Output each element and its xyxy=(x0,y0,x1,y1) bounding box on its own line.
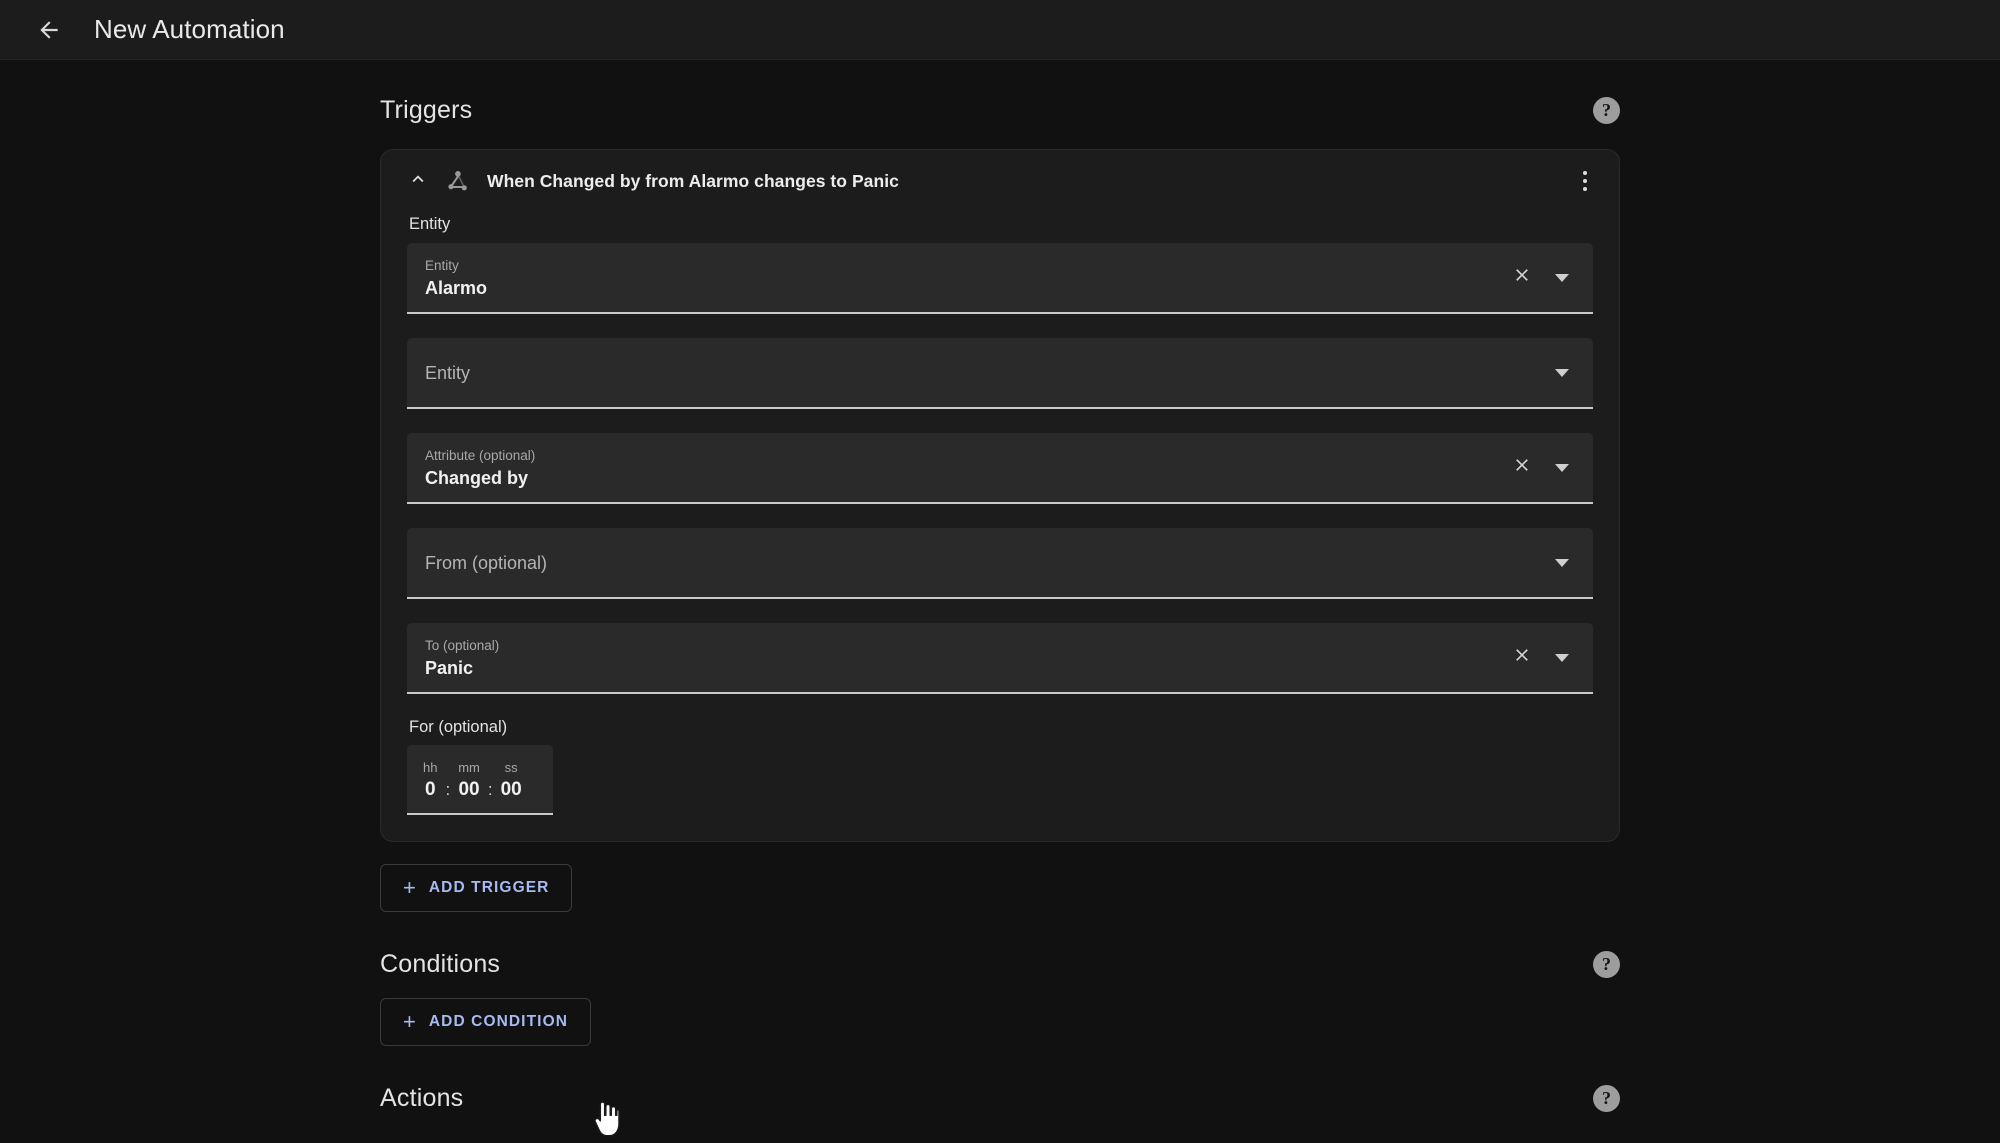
more-vertical-icon-dot xyxy=(1582,170,1588,176)
more-vertical-icon-dot xyxy=(1582,186,1588,192)
entity-field[interactable]: Entity Alarmo xyxy=(407,243,1593,314)
duration-minutes-caption: mm xyxy=(458,759,480,775)
attribute-field-label: Attribute (optional) xyxy=(425,447,536,463)
duration-hours-stepper[interactable]: hh 0 xyxy=(423,759,438,801)
actions-heading: Actions xyxy=(380,1083,464,1112)
triggers-help-icon[interactable]: ? xyxy=(1593,96,1620,124)
entity-secondary-field-dropdown-button[interactable] xyxy=(1549,360,1575,386)
to-field-dropdown-button[interactable] xyxy=(1549,645,1575,671)
to-field[interactable]: To (optional) Panic xyxy=(407,623,1593,694)
to-field-clear-button[interactable] xyxy=(1509,645,1535,671)
trigger-overflow-menu-button[interactable] xyxy=(1565,161,1605,201)
chevron-down-icon xyxy=(1555,558,1569,567)
plus-icon: + xyxy=(403,875,416,900)
chevron-down-icon xyxy=(1555,653,1569,662)
state-trigger-icon xyxy=(442,166,472,196)
conditions-help-icon[interactable]: ? xyxy=(1593,950,1620,978)
chevron-down-icon xyxy=(1555,463,1569,472)
entity-secondary-field[interactable]: Entity xyxy=(407,338,1593,409)
content-scroll-area[interactable]: Triggers ? When Changed by from Alarmo c… xyxy=(0,60,2000,1125)
more-vertical-icon-dot xyxy=(1582,178,1588,184)
entity-field-value: Alarmo xyxy=(425,278,488,298)
trigger-card: When Changed by from Alarmo changes to P… xyxy=(380,149,1620,842)
entity-field-label: Entity xyxy=(425,257,459,273)
to-field-value: Panic xyxy=(425,658,474,678)
from-field[interactable]: From (optional) xyxy=(407,528,1593,599)
actions-help-icon[interactable]: ? xyxy=(1593,1084,1620,1112)
attribute-field[interactable]: Attribute (optional) Changed by xyxy=(407,433,1593,504)
actions-section-header: Actions ? xyxy=(380,1076,1620,1120)
duration-hours-value: 0 xyxy=(424,779,436,801)
duration-minutes-stepper[interactable]: mm 00 xyxy=(458,759,480,801)
attribute-field-value: Changed by xyxy=(425,468,529,488)
chevron-down-icon xyxy=(1555,273,1569,282)
conditions-section-header: Conditions ? xyxy=(380,942,1620,986)
attribute-field-dropdown-button[interactable] xyxy=(1549,455,1575,481)
close-icon xyxy=(1512,645,1532,670)
attribute-field-clear-button[interactable] xyxy=(1509,455,1535,481)
chevron-up-icon xyxy=(407,168,429,195)
back-button[interactable] xyxy=(26,7,72,53)
duration-seconds-value: 00 xyxy=(500,779,522,801)
add-condition-button-label: ADD CONDITION xyxy=(428,1013,569,1030)
triggers-section-header: Triggers ? xyxy=(380,88,1620,132)
close-icon xyxy=(1512,265,1532,290)
entity-group-label: Entity xyxy=(409,215,451,233)
entity-field-dropdown-button[interactable] xyxy=(1549,265,1575,291)
duration-seconds-caption: ss xyxy=(504,759,518,775)
automation-editor-column: Triggers ? When Changed by from Alarmo c… xyxy=(380,60,1620,1125)
for-duration-field[interactable]: hh 0 : mm 00 : ss 00 xyxy=(407,745,553,815)
to-field-label: To (optional) xyxy=(425,637,500,653)
arrow-left-icon xyxy=(36,17,62,43)
app-bar: New Automation xyxy=(0,0,2000,60)
trigger-collapse-button[interactable] xyxy=(399,162,437,200)
entity-field-clear-button[interactable] xyxy=(1509,265,1535,291)
trigger-card-body: Entity Entity Alarmo Entity Attribute (o… xyxy=(381,215,1619,815)
add-condition-button[interactable]: + ADD CONDITION xyxy=(380,998,592,1046)
add-trigger-button[interactable]: + ADD TRIGGER xyxy=(380,864,573,912)
trigger-card-title: When Changed by from Alarmo changes to P… xyxy=(487,170,899,191)
duration-minutes-value: 00 xyxy=(458,779,480,801)
duration-seconds-stepper[interactable]: ss 00 xyxy=(500,759,522,801)
for-duration-label: For (optional) xyxy=(409,718,508,736)
add-trigger-button-label: ADD TRIGGER xyxy=(428,879,550,896)
plus-icon: + xyxy=(403,1009,416,1034)
from-field-placeholder: From (optional) xyxy=(425,552,548,573)
from-field-dropdown-button[interactable] xyxy=(1549,550,1575,576)
duration-separator: : xyxy=(445,780,451,799)
conditions-heading: Conditions xyxy=(380,949,501,978)
page-title: New Automation xyxy=(94,14,285,44)
chevron-down-icon xyxy=(1555,368,1569,377)
close-icon xyxy=(1512,455,1532,480)
duration-hours-caption: hh xyxy=(423,759,438,775)
duration-separator: : xyxy=(487,780,493,799)
entity-secondary-field-placeholder: Entity xyxy=(425,362,471,383)
triggers-heading: Triggers xyxy=(380,95,473,124)
trigger-card-header[interactable]: When Changed by from Alarmo changes to P… xyxy=(381,150,1619,212)
